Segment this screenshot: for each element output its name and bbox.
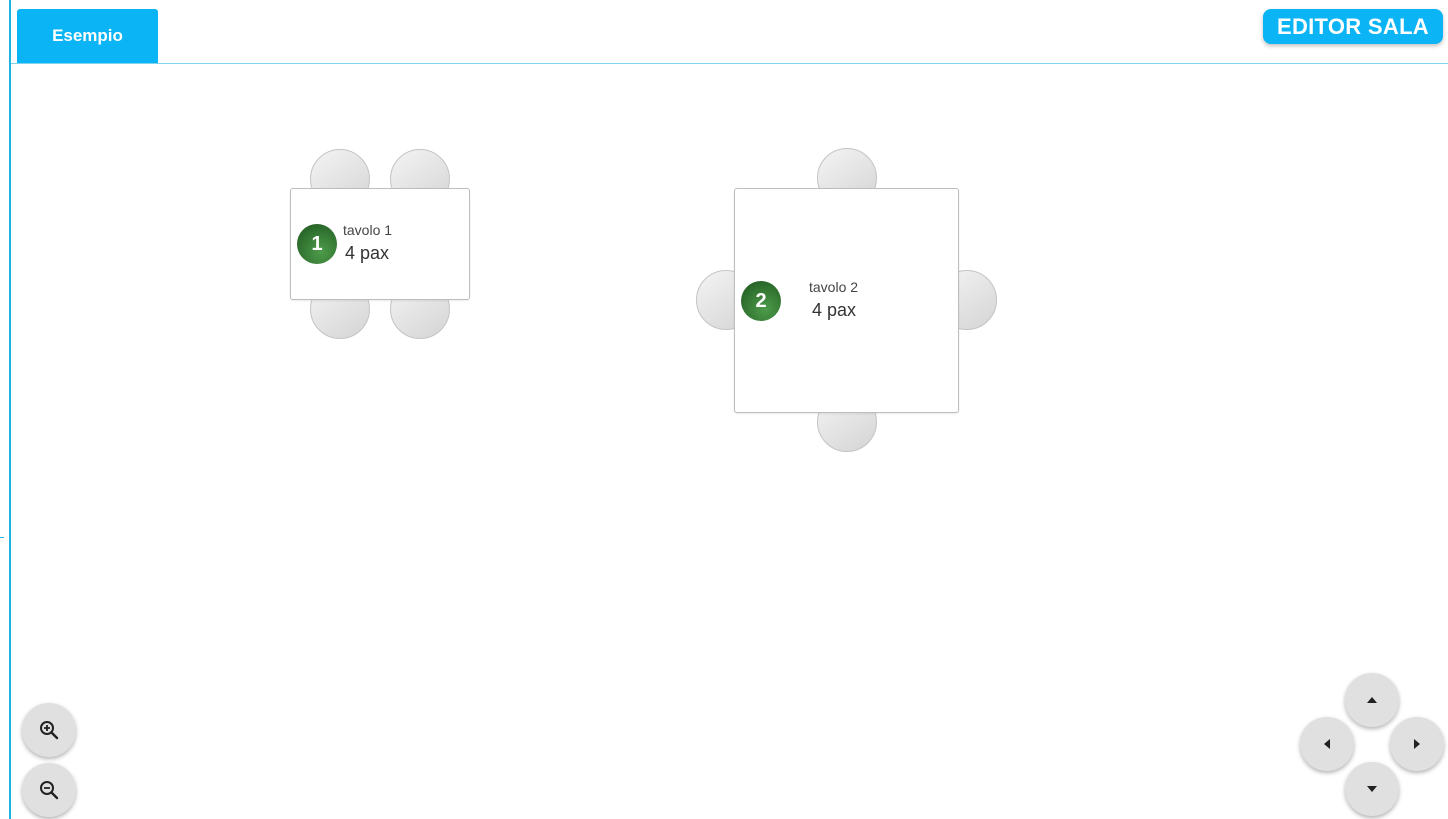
tab-bar-divider [11, 63, 1448, 64]
left-rail-marker [0, 537, 4, 538]
table-pax: 4 pax [812, 300, 857, 320]
left-rail [9, 0, 11, 819]
table-1[interactable]: 1 tavolo 1 4 pax [290, 188, 470, 300]
zoom-in-button[interactable] [22, 703, 76, 757]
table-name: tavolo 1 [343, 222, 393, 238]
editor-sala-button[interactable]: EDITOR SALA [1263, 9, 1443, 44]
zoom-out-icon [40, 781, 59, 800]
zoom-out-button[interactable] [22, 763, 76, 817]
arrow-right-icon [1414, 739, 1420, 749]
pan-down-button[interactable] [1345, 762, 1399, 816]
table-name: tavolo 2 [809, 279, 859, 295]
pan-up-button[interactable] [1345, 673, 1399, 727]
pan-left-button[interactable] [1300, 717, 1354, 771]
pan-right-button[interactable] [1390, 717, 1444, 771]
zoom-in-icon [40, 721, 59, 740]
arrow-left-icon [1324, 739, 1330, 749]
tab-esempio[interactable]: Esempio [17, 9, 158, 63]
arrow-up-icon [1367, 697, 1377, 703]
table-number-badge: 1 [297, 224, 337, 264]
table-pax: 4 pax [345, 243, 390, 263]
table-number-badge: 2 [741, 281, 781, 321]
arrow-down-icon [1367, 786, 1377, 792]
table-2[interactable]: 2 tavolo 2 4 pax [734, 188, 959, 413]
